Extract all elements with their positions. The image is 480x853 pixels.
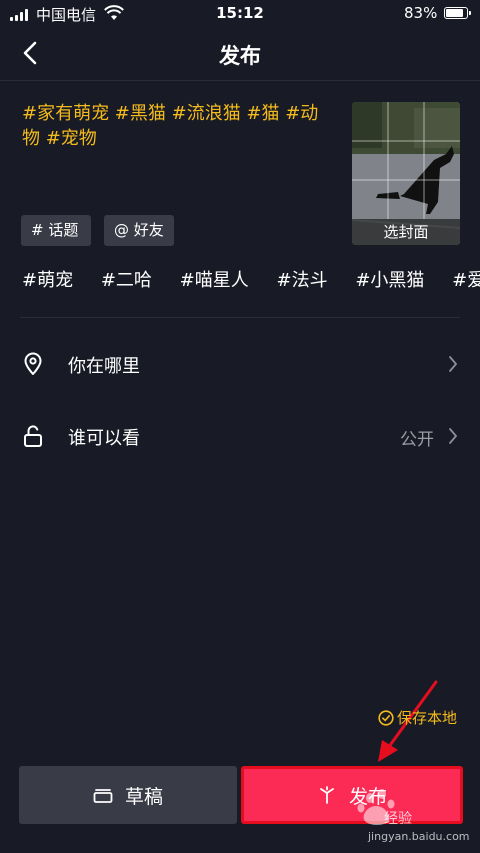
tag-item[interactable]: #萌宠 bbox=[22, 270, 73, 291]
tag-item[interactable]: #爱护 bbox=[452, 270, 480, 291]
visibility-label: 谁可以看 bbox=[68, 428, 140, 449]
select-cover-label[interactable]: 选封面 bbox=[352, 219, 460, 245]
at-icon: @ bbox=[114, 221, 129, 239]
save-locally-label: 保存本地 bbox=[397, 709, 458, 727]
status-bar: 中国电信 15:12 83% bbox=[0, 0, 480, 28]
publish-sparkle-icon bbox=[320, 786, 334, 804]
mention-friend-chip[interactable]: @ 好友 bbox=[104, 215, 174, 246]
friend-chip-label: 好友 bbox=[133, 221, 164, 239]
tag-item[interactable]: #二哈 bbox=[101, 270, 152, 291]
topic-chip-label: 话题 bbox=[48, 221, 79, 239]
topic-chip[interactable]: # 话题 bbox=[21, 215, 91, 246]
save-locally-toggle[interactable]: 保存本地 bbox=[378, 707, 457, 728]
check-circle-icon bbox=[378, 710, 394, 726]
draft-box-icon bbox=[93, 789, 113, 803]
hash-icon: # bbox=[31, 221, 44, 239]
visibility-row[interactable]: 谁可以看 公开 bbox=[20, 416, 460, 456]
cover-thumbnail[interactable]: 选封面 bbox=[352, 102, 460, 245]
tag-item[interactable]: #法斗 bbox=[276, 270, 327, 291]
watermark-url: jingyan.baidu.com bbox=[368, 830, 470, 843]
caption-text[interactable]: #家有萌宠 #黑猫 #流浪猫 #猫 #动物 #宠物 bbox=[22, 101, 332, 151]
tag-item[interactable]: #喵星人 bbox=[180, 270, 249, 291]
battery-icon bbox=[444, 7, 471, 19]
chevron-right-icon bbox=[449, 356, 458, 372]
tag-item[interactable]: #小黑猫 bbox=[355, 270, 424, 291]
location-row[interactable]: 你在哪里 bbox=[20, 344, 460, 384]
unlock-icon bbox=[24, 425, 42, 447]
nav-divider bbox=[0, 80, 480, 81]
visibility-value: 公开 bbox=[400, 430, 434, 450]
location-label: 你在哪里 bbox=[68, 356, 140, 377]
chevron-right-icon bbox=[449, 428, 458, 444]
watermark-text: 经验 bbox=[384, 811, 412, 827]
draft-button[interactable]: 草稿 bbox=[19, 766, 237, 824]
location-pin-icon bbox=[24, 352, 42, 375]
draft-button-label: 草稿 bbox=[124, 785, 163, 808]
battery-percent: 83% bbox=[404, 4, 438, 22]
section-divider bbox=[20, 317, 460, 318]
suggested-tags: #萌宠 #二哈 #喵星人 #法斗 #小黑猫 #爱护 bbox=[22, 266, 480, 292]
page-title: 发布 bbox=[219, 44, 261, 68]
